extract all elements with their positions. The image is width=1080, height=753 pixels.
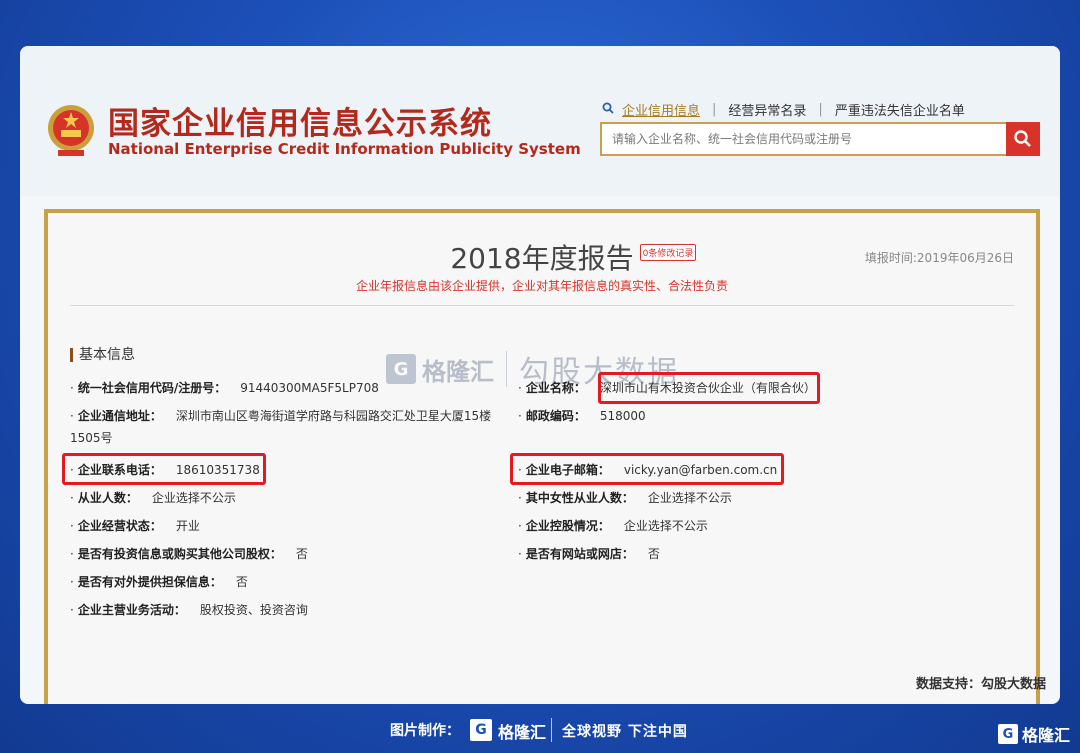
- field-label: 企业控股情况：: [525, 519, 610, 533]
- watermark-brand: 格隆汇: [422, 357, 494, 386]
- field-address: · 企业通信地址： 深圳市南山区粤海街道学府路与科园路交汇处卫星大厦15楼1505号: [70, 405, 510, 449]
- watermark-divider: [506, 351, 507, 387]
- field-label: 是否有对外提供担保信息：: [77, 575, 222, 589]
- field-value: 企业选择不公示: [151, 491, 236, 505]
- search-icon: [602, 102, 614, 118]
- field-guarantee-info: · 是否有对外提供担保信息： 否: [70, 571, 248, 593]
- section-title: 基本信息: [70, 348, 135, 362]
- field-value: 否: [295, 547, 308, 561]
- filing-date: 填报时间:2019年06月26日: [864, 251, 1014, 265]
- site-title: 国家企业信用信息公示系统: [108, 106, 492, 142]
- field-holding-status: · 企业控股情况： 企业选择不公示: [518, 515, 708, 537]
- modification-record-badge[interactable]: 0条修改记录: [639, 244, 697, 261]
- report-title: 2018年度报告: [450, 242, 634, 275]
- footer-slogan: 全球视野 下注中国: [562, 724, 688, 740]
- corner-brand-logo: G 格隆汇: [997, 722, 1070, 746]
- nav-link-credit-info[interactable]: 企业信用信息: [622, 100, 700, 119]
- search-button[interactable]: [1006, 122, 1040, 156]
- field-value: 股权投资、投资咨询: [199, 603, 308, 617]
- field-label: 企业通信地址：: [77, 409, 162, 423]
- bullet: ·: [70, 409, 74, 423]
- bullet: ·: [518, 519, 522, 533]
- field-label: 从业人数：: [77, 491, 138, 505]
- field-value: 开业: [175, 519, 200, 533]
- field-label: 其中女性从业人数：: [525, 491, 634, 505]
- field-value: 企业选择不公示: [623, 519, 708, 533]
- field-value: 否: [235, 575, 248, 589]
- divider: [70, 305, 1014, 306]
- bullet: ·: [70, 603, 74, 617]
- bullet: ·: [518, 547, 522, 561]
- highlight-company-name: [598, 372, 820, 404]
- footer-brand: 格隆汇: [498, 723, 547, 742]
- highlight-phone: [62, 453, 266, 485]
- bullet: ·: [70, 547, 74, 561]
- nav-link-abnormal-list[interactable]: 经营异常名录: [728, 100, 806, 119]
- field-value: 91440300MA5F5LP708: [240, 381, 379, 395]
- bullet: ·: [518, 381, 522, 395]
- field-value: 518000: [599, 409, 646, 423]
- national-emblem-icon: [48, 105, 94, 156]
- footer-divider: [551, 718, 552, 742]
- field-value: 企业选择不公示: [647, 491, 732, 505]
- brand-logo-icon: G: [470, 719, 492, 741]
- field-label: 是否有投资信息或购买其他公司股权：: [77, 547, 282, 561]
- footer: 图片制作： G 格隆汇 全球视野 下注中国: [0, 716, 1080, 746]
- field-label: 企业经营状态：: [77, 519, 162, 533]
- nav-separator: |: [712, 102, 717, 117]
- field-label: 邮政编码：: [525, 409, 586, 423]
- site-header: 国家企业信用信息公示系统 National Enterprise Credit …: [20, 46, 1060, 196]
- bullet: ·: [518, 491, 522, 505]
- data-support-credit: 数据支持：勾股大数据: [915, 677, 1046, 692]
- field-business-status: · 企业经营状态： 开业: [70, 515, 200, 537]
- top-nav: 企业信用信息 | 经营异常名录 | 严重违法失信企业名单: [602, 100, 965, 119]
- field-credit-code: · 统一社会信用代码/注册号： 91440300MA5F5LP708: [70, 377, 379, 399]
- field-label: 是否有网站或网店：: [525, 547, 634, 561]
- field-value: 否: [647, 547, 660, 561]
- search-bar: [600, 122, 1040, 156]
- field-label: 企业名称：: [525, 381, 586, 395]
- bullet: ·: [70, 575, 74, 589]
- field-postal-code: · 邮政编码： 518000: [518, 405, 646, 427]
- field-website: · 是否有网站或网店： 否: [518, 543, 660, 565]
- bullet: ·: [518, 409, 522, 423]
- highlight-email: [510, 453, 784, 485]
- bullet: ·: [70, 491, 74, 505]
- site-title-english: National Enterprise Credit Information P…: [108, 140, 581, 158]
- nav-separator: |: [818, 102, 823, 117]
- brand-logo-icon: G: [997, 724, 1018, 744]
- corner-brand-text: 格隆汇: [1021, 726, 1070, 745]
- field-main-business: · 企业主营业务活动： 股权投资、投资咨询: [70, 599, 308, 621]
- field-employees: · 从业人数： 企业选择不公示: [70, 487, 236, 509]
- search-input[interactable]: [602, 124, 1002, 154]
- search-icon: [1014, 130, 1031, 147]
- footer-made-by: 图片制作：: [390, 723, 460, 739]
- annual-report-panel: 2018年度报告 0条修改记录 填报时间:2019年06月26日 企业年报信息由…: [44, 209, 1040, 704]
- field-label: 企业主营业务活动：: [77, 603, 186, 617]
- nav-link-blacklist[interactable]: 严重违法失信企业名单: [835, 100, 965, 119]
- field-investment-info: · 是否有投资信息或购买其他公司股权： 否: [70, 543, 308, 565]
- field-label: 统一社会信用代码/注册号：: [77, 381, 227, 395]
- field-female-employees: · 其中女性从业人数： 企业选择不公示: [518, 487, 732, 509]
- brand-logo-icon: G: [386, 354, 416, 384]
- content-card: 国家企业信用信息公示系统 National Enterprise Credit …: [20, 46, 1060, 704]
- report-disclaimer: 企业年报信息由该企业提供，企业对其年报信息的真实性、合法性负责: [355, 279, 728, 293]
- bullet: ·: [70, 519, 74, 533]
- bullet: ·: [70, 381, 74, 395]
